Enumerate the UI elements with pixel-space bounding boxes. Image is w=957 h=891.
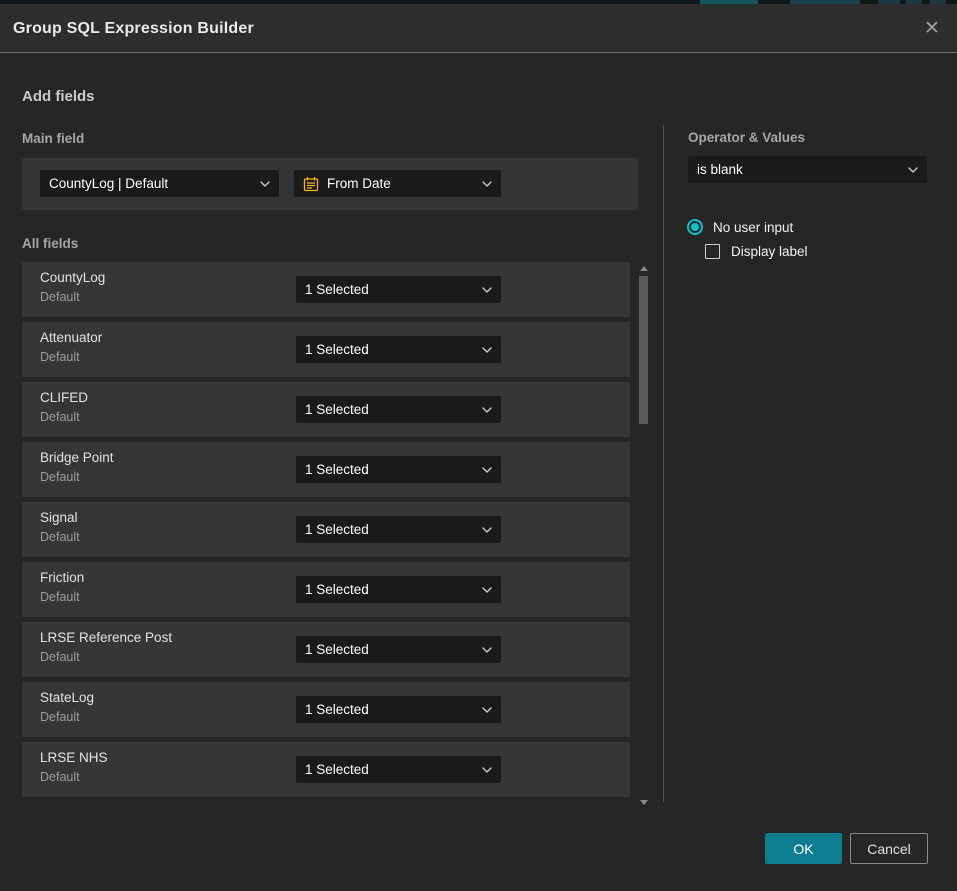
chevron-down-icon: [482, 287, 492, 293]
field-type: Default: [40, 590, 80, 604]
close-icon[interactable]: ✕: [921, 18, 943, 40]
dropdown-value: 1 Selected: [305, 402, 369, 417]
add-fields-heading: Add fields: [22, 88, 95, 105]
field-name: StateLog: [40, 690, 94, 705]
operator-values-heading: Operator & Values: [688, 130, 805, 145]
field-type: Default: [40, 470, 80, 484]
operator-dropdown[interactable]: is blank: [688, 156, 927, 183]
chevron-down-icon: [482, 647, 492, 653]
field-name: Signal: [40, 510, 78, 525]
chevron-down-icon: [908, 167, 918, 173]
chevron-down-icon: [260, 181, 270, 187]
field-name: LRSE NHS: [40, 750, 108, 765]
field-selection-dropdown[interactable]: 1 Selected: [296, 756, 501, 783]
field-row: Attenuator Default 1 Selected: [22, 322, 630, 377]
field-type: Default: [40, 530, 80, 544]
cancel-button[interactable]: Cancel: [850, 833, 928, 864]
all-fields-list: CountyLog Default 1 Selected Attenuator …: [22, 262, 630, 797]
field-row: StateLog Default 1 Selected: [22, 682, 630, 737]
scroll-down-icon[interactable]: [640, 800, 648, 805]
display-label-checkbox[interactable]: Display label: [705, 244, 808, 259]
chevron-down-icon: [482, 767, 492, 773]
chevron-down-icon: [482, 467, 492, 473]
field-type: Default: [40, 410, 80, 424]
field-name: CountyLog: [40, 270, 105, 285]
field-row: Signal Default 1 Selected: [22, 502, 630, 557]
main-field-source-dropdown[interactable]: CountyLog | Default: [40, 170, 279, 197]
chevron-down-icon: [482, 527, 492, 533]
scroll-up-icon[interactable]: [640, 266, 648, 271]
dropdown-value: is blank: [697, 162, 743, 177]
checkbox-unchecked-icon: [705, 244, 720, 259]
field-type: Default: [40, 290, 80, 304]
radio-label: No user input: [713, 220, 793, 235]
chevron-down-icon: [482, 181, 492, 187]
field-type: Default: [40, 350, 80, 364]
main-field-panel: CountyLog | Default From Date: [22, 158, 638, 210]
field-selection-dropdown[interactable]: 1 Selected: [296, 396, 501, 423]
dropdown-value: 1 Selected: [305, 342, 369, 357]
field-name: LRSE Reference Post: [40, 630, 172, 645]
field-row: CountyLog Default 1 Selected: [22, 262, 630, 317]
field-selection-dropdown[interactable]: 1 Selected: [296, 576, 501, 603]
dropdown-value: 1 Selected: [305, 522, 369, 537]
field-row: LRSE NHS Default 1 Selected: [22, 742, 630, 797]
dropdown-value: CountyLog | Default: [49, 176, 168, 191]
field-row: Friction Default 1 Selected: [22, 562, 630, 617]
field-row: LRSE Reference Post Default 1 Selected: [22, 622, 630, 677]
field-selection-dropdown[interactable]: 1 Selected: [296, 516, 501, 543]
main-field-attribute-dropdown[interactable]: From Date: [294, 170, 501, 197]
field-name: Bridge Point: [40, 450, 114, 465]
dropdown-value: 1 Selected: [305, 762, 369, 777]
all-fields-label: All fields: [22, 236, 78, 251]
list-scrollbar[interactable]: [638, 262, 649, 807]
panel-divider: [663, 125, 664, 802]
dialog-footer: OK Cancel: [765, 833, 928, 864]
field-row: CLIFED Default 1 Selected: [22, 382, 630, 437]
checkbox-label: Display label: [731, 244, 808, 259]
dialog-header: Group SQL Expression Builder ✕: [0, 4, 957, 53]
scrollbar-thumb[interactable]: [639, 276, 648, 424]
screen: Group SQL Expression Builder ✕ Add field…: [0, 0, 957, 891]
dialog-title: Group SQL Expression Builder: [13, 4, 254, 53]
field-selection-dropdown[interactable]: 1 Selected: [296, 636, 501, 663]
chevron-down-icon: [482, 347, 492, 353]
field-name: Friction: [40, 570, 84, 585]
group-sql-expression-builder-dialog: Group SQL Expression Builder ✕ Add field…: [0, 4, 957, 891]
dropdown-value: From Date: [327, 176, 391, 191]
calendar-icon: [303, 176, 319, 192]
field-selection-dropdown[interactable]: 1 Selected: [296, 336, 501, 363]
field-selection-dropdown[interactable]: 1 Selected: [296, 456, 501, 483]
dropdown-value: 1 Selected: [305, 702, 369, 717]
ok-button[interactable]: OK: [765, 833, 842, 864]
chevron-down-icon: [482, 587, 492, 593]
field-selection-dropdown[interactable]: 1 Selected: [296, 696, 501, 723]
dropdown-value: 1 Selected: [305, 462, 369, 477]
main-field-label: Main field: [22, 131, 84, 146]
chevron-down-icon: [482, 407, 492, 413]
field-name: CLIFED: [40, 390, 88, 405]
field-row: Bridge Point Default 1 Selected: [22, 442, 630, 497]
no-user-input-radio[interactable]: No user input: [687, 219, 793, 235]
field-type: Default: [40, 770, 80, 784]
field-selection-dropdown[interactable]: 1 Selected: [296, 276, 501, 303]
chevron-down-icon: [482, 707, 492, 713]
field-name: Attenuator: [40, 330, 102, 345]
field-type: Default: [40, 710, 80, 724]
field-type: Default: [40, 650, 80, 664]
dropdown-value: 1 Selected: [305, 282, 369, 297]
dropdown-value: 1 Selected: [305, 582, 369, 597]
dropdown-value: 1 Selected: [305, 642, 369, 657]
radio-selected-icon: [687, 219, 703, 235]
